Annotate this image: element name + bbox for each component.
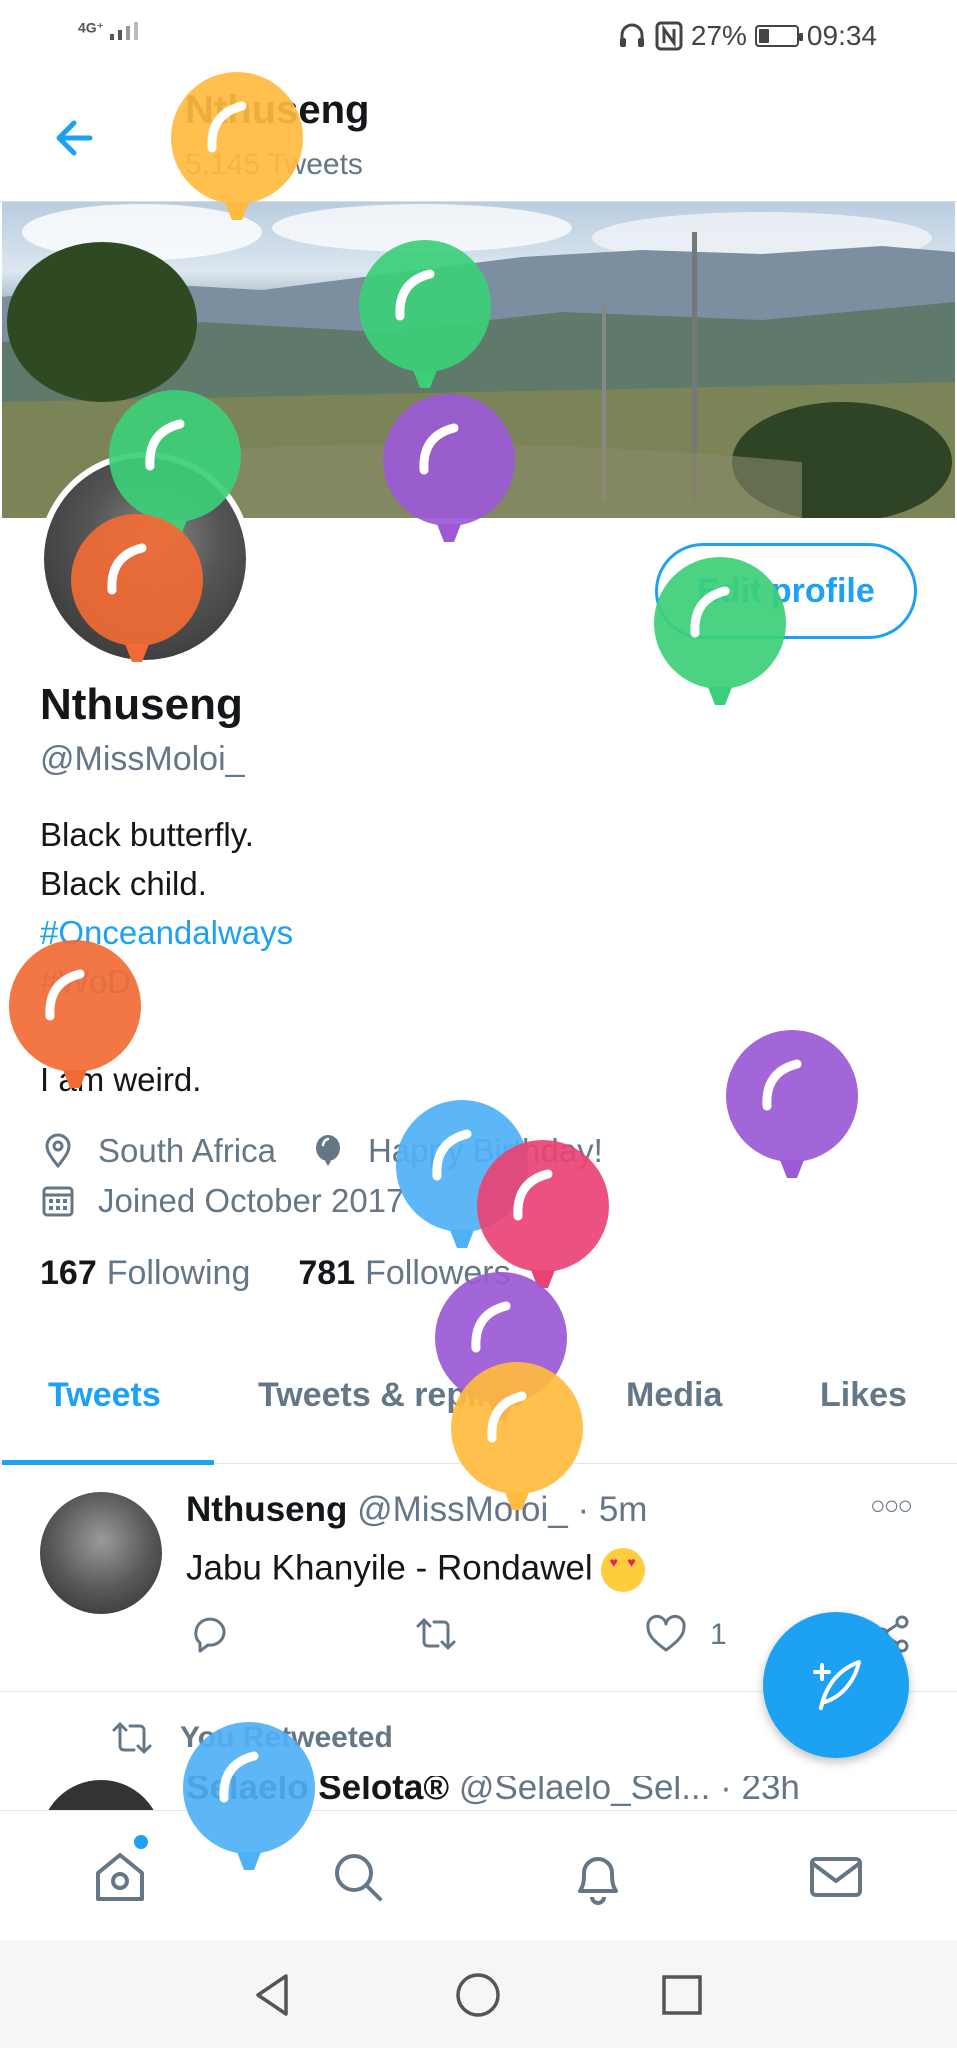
joined-date-text: Joined October 2017 — [98, 1182, 405, 1219]
profile-avatar[interactable] — [38, 452, 252, 666]
display-name: Nthuseng — [40, 680, 243, 729]
system-home-icon[interactable] — [453, 1970, 503, 2020]
user-handle: @MissMoloi_ — [40, 740, 245, 778]
tweet-author-name: Nthuseng — [186, 1490, 348, 1529]
battery-percent: 27% — [690, 20, 747, 51]
tweet-separator: · — [720, 1776, 732, 1807]
bio-line: Black butterfly. — [40, 816, 254, 853]
header-title: Nthuseng — [185, 88, 370, 132]
signal-icon — [109, 22, 138, 40]
like-count: 1 — [710, 1618, 727, 1651]
balloon-icon — [315, 1135, 340, 1166]
retweet-notice: You Retweeted — [110, 1716, 393, 1760]
bio-hashtag-link[interactable]: #Onceandalways — [40, 908, 293, 957]
retweet-icon[interactable] — [414, 1612, 458, 1656]
bio-line: Black child. — [40, 865, 207, 902]
balloon-icon — [726, 1030, 858, 1178]
tweet-header: Nthuseng @MissMoloi_ · 5m — [186, 1490, 647, 1530]
balloon-icon — [396, 1100, 528, 1248]
system-navigation-bar — [0, 1940, 957, 2048]
tweet-item[interactable]: Selaelo Selota® @Selaelo_Sel... · 23h — [0, 1776, 957, 1810]
following-label: Following — [106, 1254, 251, 1292]
notifications-icon[interactable] — [568, 1847, 628, 1907]
profile-meta-joined-row: Joined October 2017 — [40, 1182, 404, 1220]
nfc-icon — [655, 21, 683, 51]
tweet-time: 5m — [598, 1490, 648, 1529]
edit-profile-button[interactable]: Edit profile — [655, 543, 917, 639]
profile-header-bar: Nthuseng 5,145 Tweets — [0, 70, 957, 202]
tweet-author-avatar[interactable] — [40, 1780, 162, 1810]
calendar-icon — [42, 1186, 74, 1217]
reply-icon[interactable] — [188, 1612, 232, 1656]
battery-icon — [754, 25, 803, 47]
location-pin-icon — [45, 1133, 71, 1169]
tweet-author-handle: @MissMoloi_ — [357, 1490, 568, 1529]
tweet-more-options-icon[interactable]: ○○○ — [870, 1490, 913, 1521]
birthday-text: Happy Birthday! — [367, 1132, 603, 1169]
network-indicator: 4G⁺ — [78, 18, 148, 40]
headphones-icon — [619, 23, 644, 47]
like-icon[interactable] — [644, 1612, 688, 1656]
tweet-author-avatar[interactable] — [40, 1492, 162, 1614]
tweet-author-handle: @Selaelo_Sel... — [458, 1776, 711, 1807]
following-link[interactable]: 167 Following — [40, 1254, 250, 1293]
profile-meta-location-row: South Africa Happy Birthday! — [40, 1132, 603, 1170]
status-icons: 27% 09:34 — [617, 18, 877, 54]
profile-bio: Black butterfly. Black child. #Onceandal… — [40, 810, 293, 1104]
bottom-navigation — [0, 1810, 957, 1940]
messages-icon[interactable] — [806, 1847, 866, 1907]
tweet-text: Jabu Khanyile - Rondawel — [186, 1548, 645, 1592]
tab-tweets[interactable]: Tweets — [48, 1376, 161, 1415]
bio-line: I am weird. — [40, 1061, 202, 1098]
profile-tabs: Tweets Tweets & replies Media Likes — [0, 1350, 957, 1465]
follow-stats: 167 Following 781 Followers — [40, 1254, 511, 1293]
tab-media[interactable]: Media — [626, 1376, 722, 1415]
compose-tweet-button[interactable] — [763, 1612, 909, 1758]
tab-tweets-and-replies[interactable]: Tweets & replies — [258, 1376, 524, 1415]
followers-label: Followers — [365, 1254, 511, 1292]
bio-hashtag-link[interactable]: #WoD — [40, 957, 293, 1006]
system-back-icon[interactable] — [248, 1970, 298, 2020]
location-text: South Africa — [98, 1132, 276, 1169]
tweet-body: Jabu Khanyile - Rondawel — [186, 1548, 593, 1588]
retweet-notice-text: You Retweeted — [180, 1721, 393, 1754]
tweet-author-name: Selaelo Selota® — [186, 1776, 450, 1807]
followers-count: 781 — [298, 1254, 356, 1292]
tweet-time: 23h — [741, 1776, 800, 1807]
header-tweet-count: 5,145 Tweets — [185, 148, 363, 181]
home-unread-dot — [134, 1835, 148, 1849]
heart-eyes-emoji-icon — [600, 1548, 645, 1592]
search-icon[interactable] — [328, 1847, 388, 1907]
active-tab-indicator — [2, 1460, 214, 1465]
status-bar: 4G⁺ 27% 09:34 — [0, 0, 957, 70]
home-icon[interactable] — [90, 1847, 150, 1907]
retweet-icon — [112, 1722, 152, 1754]
system-recents-icon[interactable] — [657, 1970, 707, 2020]
tweet-separator: · — [577, 1490, 590, 1529]
compose-tweet-icon — [813, 1660, 861, 1710]
tab-likes[interactable]: Likes — [820, 1376, 907, 1415]
tweet-header: Selaelo Selota® @Selaelo_Sel... · 23h — [186, 1776, 800, 1808]
following-count: 167 — [40, 1254, 97, 1292]
clock: 09:34 — [806, 20, 877, 51]
followers-link[interactable]: 781 Followers — [298, 1254, 510, 1293]
back-arrow-icon[interactable] — [48, 110, 104, 166]
